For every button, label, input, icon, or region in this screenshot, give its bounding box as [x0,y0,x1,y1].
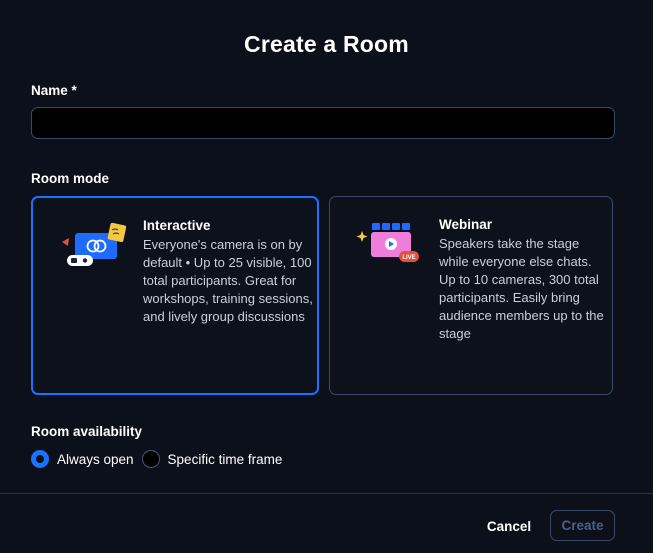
radio-option-specific-time[interactable]: Specific time frame [141,450,283,468]
room-mode-card-interactive[interactable]: Interactive Everyone's camera is on by d… [31,196,319,395]
radio-specific-time-frame[interactable] [141,450,160,468]
footer-divider [0,493,653,494]
name-label: Name * [31,83,77,98]
name-input[interactable] [31,107,615,139]
webinar-title: Webinar [439,217,493,232]
radio-label-always-open: Always open [57,451,134,467]
radio-always-open[interactable] [31,450,49,468]
live-badge: LIVE [402,255,415,261]
radio-label-specific-time: Specific time frame [167,451,283,467]
create-room-dialog: Create a Room Name * Room mode Interacti… [0,0,653,553]
webinar-room-illustration-icon: LIVE [356,223,419,262]
create-button[interactable]: Create [550,510,615,541]
availability-radio-group: Always open Specific time frame [31,450,290,468]
cancel-button[interactable]: Cancel [477,513,541,539]
interactive-description: Everyone's camera is on by default • Up … [143,237,313,324]
room-mode-card-webinar[interactable]: LIVE Webinar Speakers take the stage whi… [329,196,613,395]
interactive-title: Interactive [143,218,211,233]
room-availability-label: Room availability [31,424,143,439]
interactive-room-illustration-icon [62,222,127,266]
dialog-title: Create a Room [244,31,409,57]
room-mode-label: Room mode [31,171,110,186]
radio-option-always-open[interactable]: Always open [31,450,134,468]
webinar-description: Speakers take the stage while everyone e… [439,236,604,341]
